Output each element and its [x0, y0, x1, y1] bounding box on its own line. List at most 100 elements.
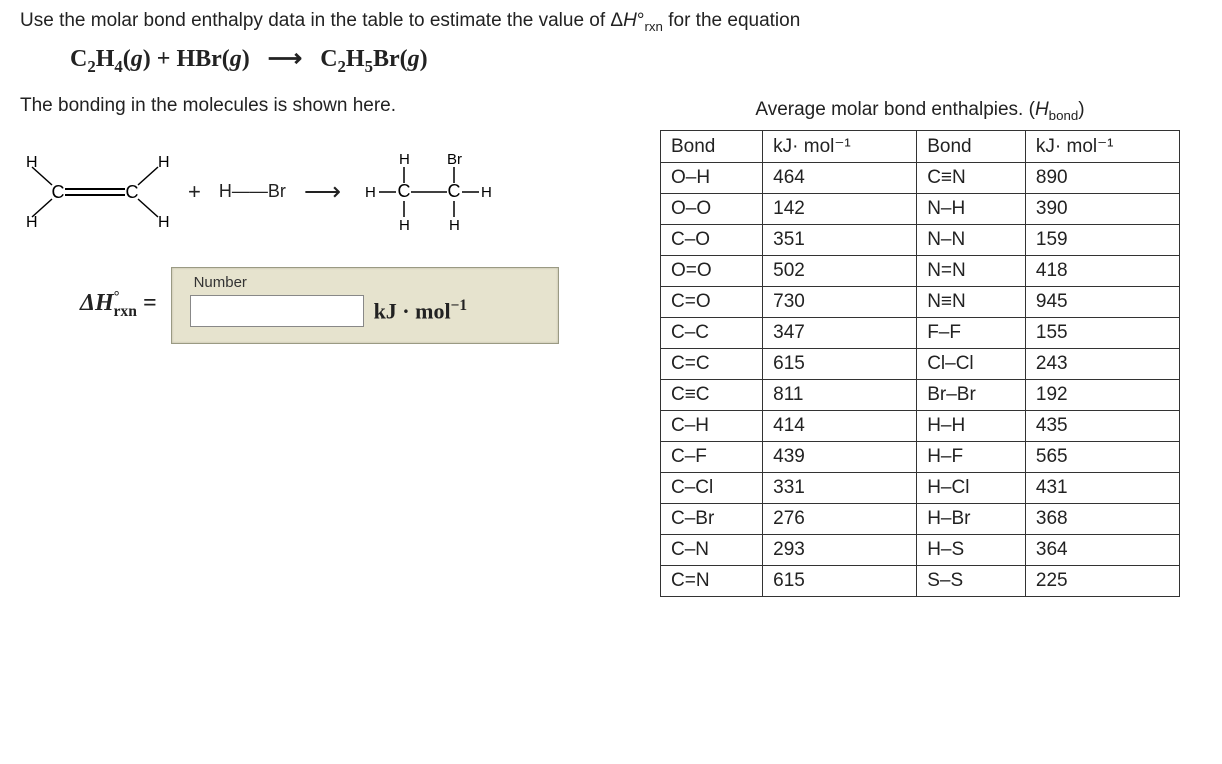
- reaction-equation: C2H4(g) + HBr(g) ⟶ C2H5Br(g): [70, 44, 1202, 77]
- table-row: C–O351N–N159: [661, 225, 1180, 256]
- table-cell: 293: [763, 535, 917, 566]
- table-cell: 615: [763, 566, 917, 597]
- table-cell: 155: [1025, 318, 1179, 349]
- table-cell: 159: [1025, 225, 1179, 256]
- table-cell: O–O: [661, 194, 763, 225]
- svg-text:Br: Br: [447, 151, 462, 168]
- svg-text:H: H: [399, 151, 410, 168]
- table-cell: H–Br: [917, 504, 1026, 535]
- table-cell: 351: [763, 225, 917, 256]
- table-cell: N–H: [917, 194, 1026, 225]
- table-cell: F–F: [917, 318, 1026, 349]
- table-row: C–Cl331H–Cl431: [661, 473, 1180, 504]
- table-cell: 439: [763, 442, 917, 473]
- question-line-1: Use the molar bond enthalpy data in the …: [20, 10, 1202, 34]
- table-cell: C–N: [661, 535, 763, 566]
- table-cell: 192: [1025, 380, 1179, 411]
- table-cell: 502: [763, 256, 917, 287]
- table-row: C=O730N≡N945: [661, 287, 1180, 318]
- col-bond-1: Bond: [661, 131, 763, 163]
- table-cell: 243: [1025, 349, 1179, 380]
- table-row: C–F439H–F565: [661, 442, 1180, 473]
- table-cell: C=C: [661, 349, 763, 380]
- table-cell: 811: [763, 380, 917, 411]
- table-cell: C≡C: [661, 380, 763, 411]
- table-row: C–Br276H–Br368: [661, 504, 1180, 535]
- structure-diagram: C C H H H H + H——Br ⟶ C C: [20, 147, 660, 237]
- table-cell: S–S: [917, 566, 1026, 597]
- table-cell: C–C: [661, 318, 763, 349]
- table-cell: 142: [763, 194, 917, 225]
- table-cell: N≡N: [917, 287, 1026, 318]
- plus-sign: +: [188, 179, 201, 205]
- table-row: C≡C811Br–Br192: [661, 380, 1180, 411]
- table-cell: N=N: [917, 256, 1026, 287]
- table-row: C=C615Cl–Cl243: [661, 349, 1180, 380]
- svg-text:C: C: [52, 182, 65, 202]
- answer-input[interactable]: [190, 295, 364, 327]
- hbr-structure: H——Br: [219, 181, 286, 202]
- svg-text:H: H: [26, 214, 38, 231]
- col-val-1: kJ· mol⁻¹: [763, 131, 917, 163]
- table-cell: H–F: [917, 442, 1026, 473]
- table-cell: C≡N: [917, 163, 1026, 194]
- table-cell: 464: [763, 163, 917, 194]
- svg-text:H: H: [26, 154, 38, 171]
- table-cell: C–F: [661, 442, 763, 473]
- table-cell: H–H: [917, 411, 1026, 442]
- table-cell: O=O: [661, 256, 763, 287]
- table-row: O–O142N–H390: [661, 194, 1180, 225]
- table-cell: 565: [1025, 442, 1179, 473]
- table-cell: Cl–Cl: [917, 349, 1026, 380]
- bond-enthalpy-table: Bond kJ· mol⁻¹ Bond kJ· mol⁻¹ O–H464C≡N8…: [660, 130, 1180, 597]
- table-cell: C–Br: [661, 504, 763, 535]
- table-row: C–H414H–H435: [661, 411, 1180, 442]
- table-cell: 890: [1025, 163, 1179, 194]
- col-bond-2: Bond: [917, 131, 1026, 163]
- bonding-note: The bonding in the molecules is shown he…: [20, 95, 660, 117]
- answer-panel: Number kJ · mol−1: [171, 267, 559, 344]
- table-cell: C=O: [661, 287, 763, 318]
- table-cell: Br–Br: [917, 380, 1026, 411]
- svg-text:H: H: [399, 217, 410, 234]
- table-cell: 414: [763, 411, 917, 442]
- table-cell: 225: [1025, 566, 1179, 597]
- table-row: O=O502N=N418: [661, 256, 1180, 287]
- table-cell: N–N: [917, 225, 1026, 256]
- table-header-row: Bond kJ· mol⁻¹ Bond kJ· mol⁻¹: [661, 131, 1180, 163]
- table-cell: H–S: [917, 535, 1026, 566]
- table-cell: H–Cl: [917, 473, 1026, 504]
- svg-text:H: H: [481, 184, 492, 201]
- svg-text:H: H: [365, 184, 376, 201]
- table-row: C–N293H–S364: [661, 535, 1180, 566]
- svg-text:H: H: [158, 214, 170, 231]
- input-label: Number: [194, 274, 540, 291]
- table-cell: 347: [763, 318, 917, 349]
- table-row: O–H464C≡N890: [661, 163, 1180, 194]
- table-cell: 945: [1025, 287, 1179, 318]
- table-row: C–C347F–F155: [661, 318, 1180, 349]
- table-cell: 431: [1025, 473, 1179, 504]
- svg-text:H: H: [449, 217, 460, 234]
- table-cell: C–H: [661, 411, 763, 442]
- table-cell: C–Cl: [661, 473, 763, 504]
- svg-text:C: C: [126, 182, 139, 202]
- col-val-2: kJ· mol⁻¹: [1025, 131, 1179, 163]
- table-cell: 730: [763, 287, 917, 318]
- table-cell: 368: [1025, 504, 1179, 535]
- table-cell: C=N: [661, 566, 763, 597]
- svg-text:H: H: [158, 154, 170, 171]
- svg-text:C: C: [448, 181, 461, 201]
- unit-label: kJ · mol−1: [374, 297, 467, 324]
- delta-h-label: ΔH°rxn =: [80, 289, 157, 321]
- ethene-structure: C C H H H H: [20, 152, 170, 232]
- bromoethane-structure: C C H H H Br H H: [359, 147, 499, 237]
- table-cell: O–H: [661, 163, 763, 194]
- table-cell: 615: [763, 349, 917, 380]
- table-cell: 390: [1025, 194, 1179, 225]
- table-cell: 331: [763, 473, 917, 504]
- table-cell: 276: [763, 504, 917, 535]
- table-title: Average molar bond enthalpies. (Hbond): [660, 99, 1180, 123]
- reaction-arrow-icon: ⟶: [304, 176, 341, 207]
- table-row: C=N615S–S225: [661, 566, 1180, 597]
